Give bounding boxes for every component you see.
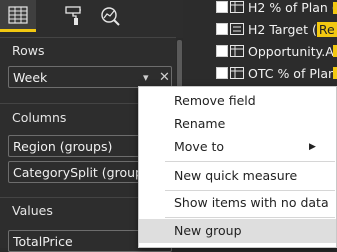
field-item[interactable]: Opportunity.A — [183, 40, 337, 62]
field-checkbox[interactable] — [216, 1, 228, 13]
rows-section-label: Rows — [12, 43, 45, 58]
field-label: H2 Target (Re — [248, 21, 337, 37]
analytics-tab-icon — [101, 7, 120, 26]
context-menu: Remove field Rename Move to ▶ New quick … — [138, 86, 337, 248]
table-icon — [230, 1, 244, 13]
well-field-label: TotalPrice — [13, 234, 73, 249]
submenu-arrow-icon: ▶ — [309, 142, 316, 152]
field-checkbox[interactable] — [216, 67, 228, 79]
field-label: Opportunity.A — [248, 43, 334, 59]
values-section-label: Values — [12, 203, 53, 218]
close-icon[interactable]: ✕ — [159, 67, 170, 87]
field-checkbox[interactable] — [216, 23, 228, 35]
menu-item-remove-field[interactable]: Remove field — [139, 89, 336, 113]
menu-item-new-quick-measure[interactable]: New quick measure — [139, 164, 336, 188]
field-checkbox[interactable] — [216, 45, 228, 57]
selection-indicator — [333, 45, 337, 57]
tab-analytics[interactable] — [92, 0, 128, 32]
menu-separator — [165, 217, 335, 218]
field-item[interactable]: OTC % of Plan — [183, 62, 337, 84]
tab-format[interactable] — [55, 0, 91, 32]
field-label: OTC % of Plan — [248, 65, 336, 81]
well-field-label: Region (groups) — [13, 139, 113, 154]
search-highlight: Re — [316, 21, 337, 37]
pane-tabs — [0, 0, 183, 35]
menu-item-new-group[interactable]: New group — [139, 219, 336, 243]
menu-separator — [165, 161, 335, 162]
selection-indicator — [333, 67, 337, 79]
menu-item-move-to[interactable]: Move to ▶ — [139, 135, 336, 159]
format-tab-icon — [65, 6, 81, 25]
field-item[interactable]: H2 Target (Re — [183, 18, 337, 40]
table-icon — [230, 45, 244, 57]
rows-well-week[interactable]: Week ▾ ✕ — [8, 66, 172, 88]
menu-item-label: Move to — [174, 139, 225, 154]
divider — [0, 37, 176, 38]
calc-icon — [230, 23, 244, 35]
field-item[interactable]: H2 % of Plan ( — [183, 0, 337, 18]
fields-tab-icon — [8, 5, 28, 24]
well-field-label: Week — [13, 70, 48, 85]
tab-fields[interactable] — [0, 0, 36, 32]
well-field-label: CategorySplit (groups) — [13, 165, 155, 180]
menu-item-rename[interactable]: Rename — [139, 112, 336, 136]
chevron-down-icon[interactable]: ▾ — [143, 67, 149, 87]
field-label: H2 % of Plan ( — [248, 0, 337, 15]
menu-item-show-items-no-data[interactable]: Show items with no data — [139, 191, 336, 215]
table-icon — [230, 67, 244, 79]
selection-indicator — [333, 2, 337, 14]
columns-section-label: Columns — [12, 110, 67, 125]
